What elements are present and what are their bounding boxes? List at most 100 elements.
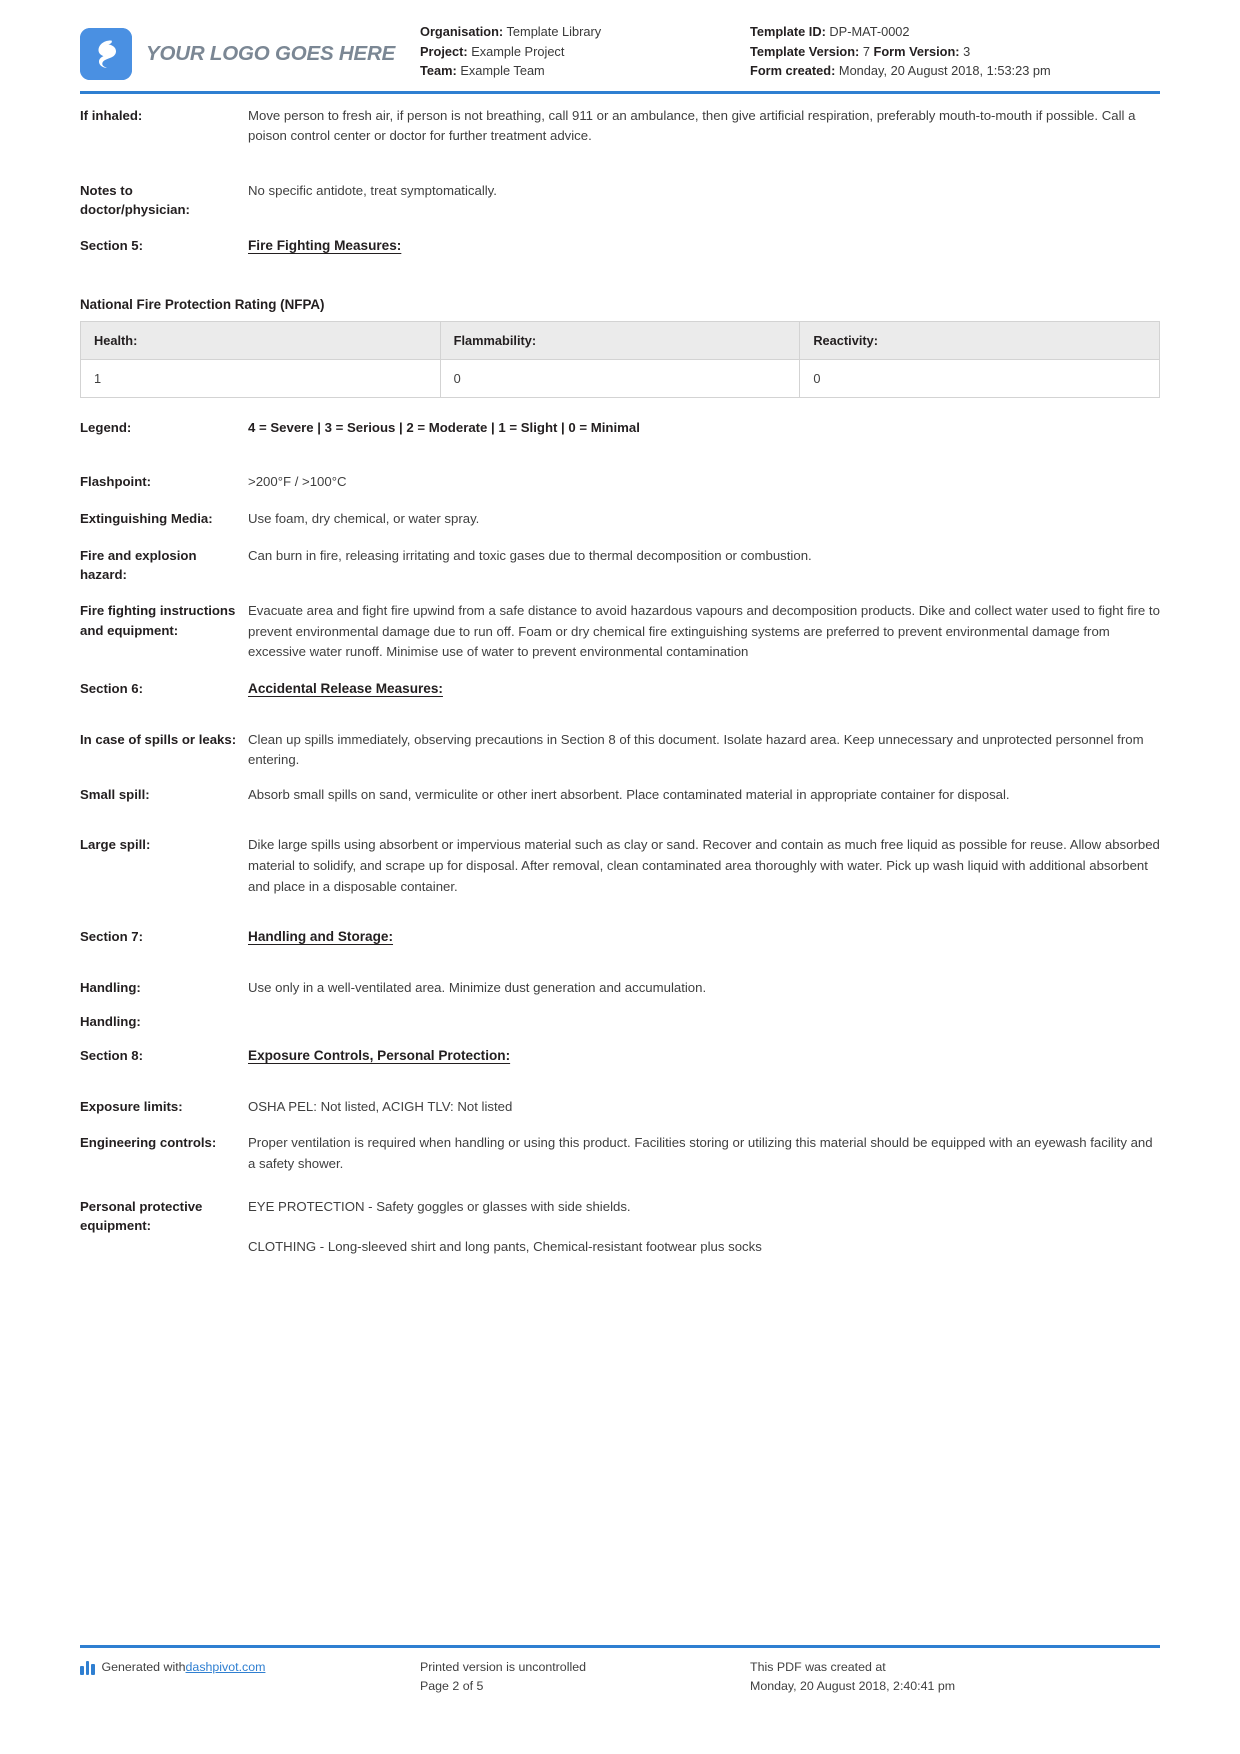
document-footer: Generated with dashpivot.com Printed ver… (80, 1645, 1160, 1696)
meta-template-id: Template ID: DP-MAT-0002 (750, 22, 1160, 42)
section-6-title: Accidental Release Measures: (248, 681, 443, 697)
field-if-inhaled-value: Move person to fresh air, if person is n… (248, 107, 1136, 144)
document-header: YOUR LOGO GOES HERE Organisation: Templa… (80, 0, 1160, 89)
dashpivot-bars-icon (80, 1660, 95, 1675)
nfpa-table-title: National Fire Protection Rating (NFPA) (80, 296, 325, 312)
nfpa-header-flammability: Flammability: (439, 320, 801, 360)
field-if-inhaled-label: If inhaled: (80, 107, 143, 123)
header-meta-left: Organisation: Template Library Project: … (420, 22, 750, 81)
field-notes-doctor: Notes to doctor/physician: No specific a… (80, 181, 1160, 221)
logo-block: YOUR LOGO GOES HERE (80, 22, 420, 80)
meta-template-version-key: Template Version: (750, 43, 860, 59)
field-engineering-controls-value: Proper ventilation is required when hand… (248, 1135, 1153, 1171)
table-row: 1 0 0 (80, 358, 1160, 398)
document-body: If inhaled: Move person to fresh air, if… (80, 94, 1160, 1754)
meta-form-version-value: 3 (963, 43, 971, 59)
meta-versions: Template Version: 7 Form Version: 3 (750, 42, 1160, 62)
meta-form-version-key: Form Version: (873, 43, 960, 59)
section-8-heading: Section 8: Exposure Controls, Personal P… (80, 1046, 1160, 1067)
section-8-label: Section 8: (80, 1048, 144, 1064)
field-extinguishing-media: Extinguishing Media: Use foam, dry chemi… (80, 509, 1160, 530)
footer-print-status: Printed version is uncontrolled Page 2 o… (420, 1658, 750, 1696)
meta-form-created-key: Form created: (750, 63, 836, 78)
meta-organisation: Organisation: Template Library (420, 22, 750, 42)
meta-project-value: Example Project (471, 43, 565, 59)
footer-generated-with: Generated with dashpivot.com (80, 1658, 420, 1677)
nfpa-header-health: Health: (80, 320, 441, 360)
field-fire-explosion-hazard: Fire and explosion hazard: Can burn in f… (80, 546, 1160, 586)
field-flashpoint: Flashpoint: >200°F / >100°C (80, 472, 1160, 493)
field-spills-or-leaks: In case of spills or leaks: Clean up spi… (80, 730, 1160, 771)
section-8-title: Exposure Controls, Personal Protection: (248, 1048, 511, 1064)
field-handling-label: Handling: (80, 979, 141, 995)
field-small-spill-label: Small spill: (80, 786, 150, 802)
meta-template-version-value: 7 (862, 43, 870, 59)
section-5-label: Section 5: (80, 238, 144, 254)
logo-text: YOUR LOGO GOES HERE (146, 42, 396, 65)
nfpa-table: Health: Flammability: Reactivity: 1 0 0 (80, 320, 1160, 398)
meta-template-id-key: Template ID: (750, 24, 826, 39)
field-ppe-value-eye: EYE PROTECTION - Safety goggles or glass… (248, 1198, 631, 1214)
field-ppe-values: EYE PROTECTION - Safety goggles or glass… (248, 1197, 1160, 1258)
field-large-spill: Large spill: Dike large spills using abs… (80, 835, 1160, 897)
field-spills-or-leaks-value: Clean up spills immediately, observing p… (248, 731, 1144, 768)
company-logo-icon (80, 28, 132, 80)
nfpa-value-reactivity: 0 (799, 358, 1160, 398)
nfpa-value-health: 1 (80, 358, 441, 398)
meta-project-key: Project: (420, 43, 468, 59)
field-ppe-label: Personal protective equipment: (80, 1198, 203, 1234)
meta-form-created-value: Monday, 20 August 2018, 1:53:23 pm (838, 63, 1051, 78)
nfpa-header-row: Health: Flammability: Reactivity: (80, 320, 1160, 360)
footer-generated-prefix: Generated with (101, 1660, 186, 1674)
field-flashpoint-label: Flashpoint: (80, 474, 152, 490)
nfpa-value-flammability: 0 (439, 358, 801, 398)
field-fire-fighting-instructions-value: Evacuate area and fight fire upwind from… (248, 603, 1160, 660)
meta-team-value: Example Team (460, 63, 545, 78)
footer-created-timestamp: Monday, 20 August 2018, 2:40:41 pm (750, 1679, 956, 1693)
field-legend-label: Legend: (80, 419, 132, 435)
field-personal-protective-equipment: Personal protective equipment: EYE PROTE… (80, 1197, 1160, 1258)
section-5-title: Fire Fighting Measures: (248, 238, 402, 254)
field-legend: Legend: 4 = Severe | 3 = Serious | 2 = M… (80, 418, 1160, 439)
field-handling-secondary: Handling: (80, 1012, 1160, 1032)
field-exposure-limits-value: OSHA PEL: Not listed, ACIGH TLV: Not lis… (248, 1098, 513, 1114)
field-large-spill-label: Large spill: (80, 837, 151, 853)
field-notes-doctor-value: No specific antidote, treat symptomatica… (248, 182, 497, 198)
meta-organisation-key: Organisation: (420, 24, 504, 39)
field-exposure-limits: Exposure limits: OSHA PEL: Not listed, A… (80, 1097, 1160, 1118)
field-flashpoint-value: >200°F / >100°C (248, 474, 347, 490)
field-fire-fighting-instructions: Fire fighting instructions and equipment… (80, 601, 1160, 663)
field-if-inhaled: If inhaled: Move person to fresh air, if… (80, 106, 1160, 147)
footer-created-at: This PDF was created at Monday, 20 Augus… (750, 1658, 1160, 1696)
field-fire-explosion-hazard-value: Can burn in fire, releasing irritating a… (248, 547, 812, 563)
section-7-label: Section 7: (80, 929, 144, 945)
meta-team-key: Team: (420, 63, 457, 78)
document-page: YOUR LOGO GOES HERE Organisation: Templa… (0, 0, 1240, 1754)
section-7-heading: Section 7: Handling and Storage: (80, 927, 1160, 948)
section-5-heading: Section 5: Fire Fighting Measures: (80, 236, 1160, 257)
field-handling-secondary-label: Handling: (80, 1014, 141, 1030)
meta-organisation-value: Template Library (506, 24, 602, 39)
footer-created-label: This PDF was created at (750, 1660, 886, 1674)
field-spills-or-leaks-label: In case of spills or leaks: (80, 731, 237, 747)
field-small-spill-value: Absorb small spills on sand, vermiculite… (248, 786, 1010, 802)
meta-template-id-value: DP-MAT-0002 (829, 24, 910, 39)
field-legend-value: 4 = Severe | 3 = Serious | 2 = Moderate … (248, 419, 640, 435)
field-extinguishing-media-label: Extinguishing Media: (80, 511, 213, 527)
field-fire-explosion-hazard-label: Fire and explosion hazard: (80, 547, 197, 583)
section-6-label: Section 6: (80, 681, 144, 697)
meta-team: Team: Example Team (420, 61, 750, 81)
header-meta-right: Template ID: DP-MAT-0002 Template Versio… (750, 22, 1160, 81)
field-exposure-limits-label: Exposure limits: (80, 1098, 183, 1114)
meta-project: Project: Example Project (420, 42, 750, 62)
meta-form-created: Form created: Monday, 20 August 2018, 1:… (750, 61, 1160, 81)
dashpivot-link[interactable]: dashpivot.com (186, 1658, 266, 1677)
nfpa-header-reactivity: Reactivity: (799, 320, 1160, 360)
field-engineering-controls-label: Engineering controls: (80, 1135, 217, 1151)
footer-divider (80, 1645, 1160, 1648)
field-handling-value: Use only in a well-ventilated area. Mini… (248, 979, 707, 995)
field-large-spill-value: Dike large spills using absorbent or imp… (248, 837, 1160, 894)
section-6-heading: Section 6: Accidental Release Measures: (80, 679, 1160, 700)
footer-page-number: Page 2 of 5 (420, 1679, 484, 1693)
field-ppe-value-clothing: CLOTHING - Long-sleeved shirt and long p… (248, 1239, 762, 1255)
